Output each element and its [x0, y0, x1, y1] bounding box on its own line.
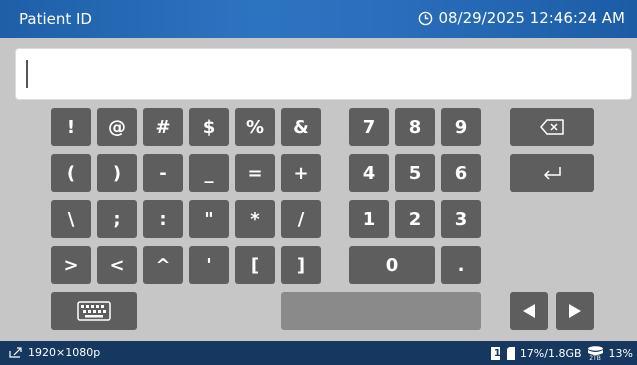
storage-capacity: 2TB	[589, 355, 601, 362]
key-9[interactable]: 9	[441, 108, 481, 146]
page-title: Patient ID	[19, 10, 92, 28]
sd-card-icon	[506, 347, 515, 360]
key-backslash[interactable]: \	[51, 200, 91, 238]
title-bar: Patient ID 08/29/2025 12:46:24 AM	[0, 0, 637, 38]
key-plus[interactable]: +	[281, 154, 321, 192]
key-5[interactable]: 5	[395, 154, 435, 192]
key-6[interactable]: 6	[441, 154, 481, 192]
cursor-left-button[interactable]	[510, 292, 548, 330]
clock-icon	[419, 11, 433, 25]
key-3[interactable]: 3	[441, 200, 481, 238]
key-less-than[interactable]: <	[97, 246, 137, 284]
key-dollar[interactable]: $	[189, 108, 229, 146]
key-slash[interactable]: /	[281, 200, 321, 238]
text-caret	[26, 60, 28, 88]
key-7[interactable]: 7	[349, 108, 389, 146]
key-caret[interactable]: ^	[143, 246, 183, 284]
resolution-status: 1920×1080p	[9, 346, 100, 359]
key-at[interactable]: @	[97, 108, 137, 146]
backspace-button[interactable]	[510, 108, 594, 146]
key-percent[interactable]: %	[235, 108, 275, 146]
key-underscore[interactable]: _	[189, 154, 229, 192]
key-apostrophe[interactable]: '	[189, 246, 229, 284]
enter-icon	[543, 167, 561, 180]
key-minus[interactable]: -	[143, 154, 183, 192]
sd-slot-number: 1	[493, 348, 501, 359]
key-semicolon[interactable]: ;	[97, 200, 137, 238]
backspace-icon	[540, 119, 564, 135]
key-open-bracket[interactable]: [	[235, 246, 275, 284]
key-exclamation[interactable]: !	[51, 108, 91, 146]
key-asterisk[interactable]: *	[235, 200, 275, 238]
key-open-paren[interactable]: (	[51, 154, 91, 192]
arrow-left-icon	[523, 304, 535, 318]
key-close-bracket[interactable]: ]	[281, 246, 321, 284]
display-input-icon	[9, 346, 22, 358]
key-decimal[interactable]: .	[441, 246, 481, 284]
arrow-right-icon	[569, 304, 581, 318]
status-bar: 1920×1080p 1 17%/1.8GB 2TB 13%	[0, 341, 637, 365]
key-hash[interactable]: #	[143, 108, 183, 146]
key-0[interactable]: 0	[349, 246, 435, 284]
key-double-quote[interactable]: "	[189, 200, 229, 238]
key-close-paren[interactable]: )	[97, 154, 137, 192]
datetime: 08/29/2025 12:46:24 AM	[438, 9, 625, 27]
patient-id-input[interactable]	[15, 48, 632, 100]
key-colon[interactable]: :	[143, 200, 183, 238]
storage-drive: 2TB	[587, 346, 604, 362]
key-4[interactable]: 4	[349, 154, 389, 192]
sd-usage: 17%/1.8GB	[519, 347, 582, 360]
key-ampersand[interactable]: &	[281, 108, 321, 146]
keyboard-toggle-button[interactable]	[51, 292, 137, 330]
enter-button[interactable]	[510, 154, 594, 192]
key-1[interactable]: 1	[349, 200, 389, 238]
cursor-right-button[interactable]	[556, 292, 594, 330]
key-greater-than[interactable]: >	[51, 246, 91, 284]
key-8[interactable]: 8	[395, 108, 435, 146]
keyboard-icon	[77, 301, 111, 321]
key-2[interactable]: 2	[395, 200, 435, 238]
resolution-text: 1920×1080p	[28, 346, 101, 359]
key-equals[interactable]: =	[235, 154, 275, 192]
space-bar[interactable]	[281, 292, 481, 330]
clock: 08/29/2025 12:46:24 AM	[418, 9, 625, 27]
storage-usage: 13%	[608, 347, 633, 360]
storage-status: 1 17%/1.8GB 2TB 13%	[490, 346, 633, 362]
